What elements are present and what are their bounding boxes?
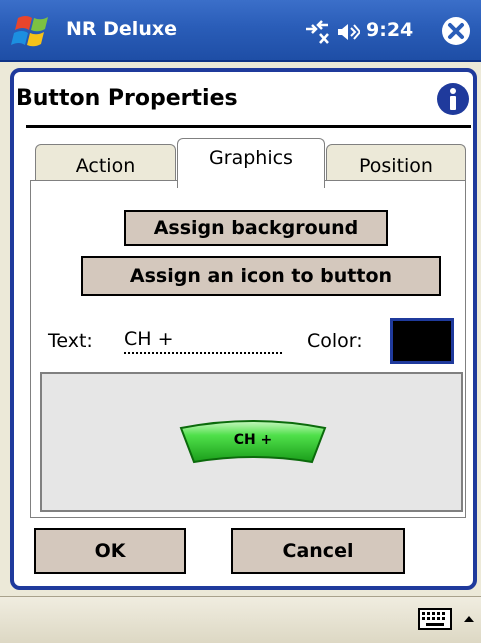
clock[interactable]: 9:24 [366, 19, 413, 41]
chevron-up-icon[interactable] [462, 612, 476, 626]
tab-label: Position [359, 155, 433, 177]
title-bar: NR Deluxe 9:24 [0, 0, 481, 62]
preview-button-label: CH + [233, 432, 273, 448]
button-label: Cancel [282, 540, 354, 562]
volume-icon[interactable] [336, 21, 360, 43]
windows-start-icon[interactable] [8, 12, 56, 52]
info-icon[interactable] [436, 82, 470, 116]
assign-icon-button[interactable]: Assign an icon to button [81, 256, 441, 296]
title-divider [26, 125, 471, 128]
text-label: Text: [48, 330, 93, 352]
button-label: Assign background [153, 217, 359, 239]
tab-label: Action [75, 155, 136, 177]
dialog-title: Button Properties [16, 86, 238, 111]
panel-border [325, 180, 466, 181]
menu-bar [0, 596, 481, 643]
button-label: Assign an icon to button [129, 265, 393, 287]
button-label: OK [94, 540, 126, 562]
close-icon[interactable] [440, 15, 472, 47]
tab-label: Graphics [209, 147, 293, 169]
app-title: NR Deluxe [66, 18, 177, 40]
keyboard-icon[interactable] [418, 608, 452, 630]
connectivity-icon[interactable] [302, 19, 332, 45]
color-swatch[interactable] [390, 318, 454, 364]
panel-border [30, 180, 177, 181]
color-label: Color: [307, 330, 363, 352]
tab-graphics[interactable]: Graphics [177, 138, 325, 188]
button-preview: CH + [40, 372, 463, 512]
cancel-button[interactable]: Cancel [231, 528, 405, 574]
assign-background-button[interactable]: Assign background [124, 210, 388, 246]
text-value: CH + [124, 328, 174, 350]
button-text-input[interactable]: CH + [124, 326, 282, 354]
ok-button[interactable]: OK [34, 528, 186, 574]
